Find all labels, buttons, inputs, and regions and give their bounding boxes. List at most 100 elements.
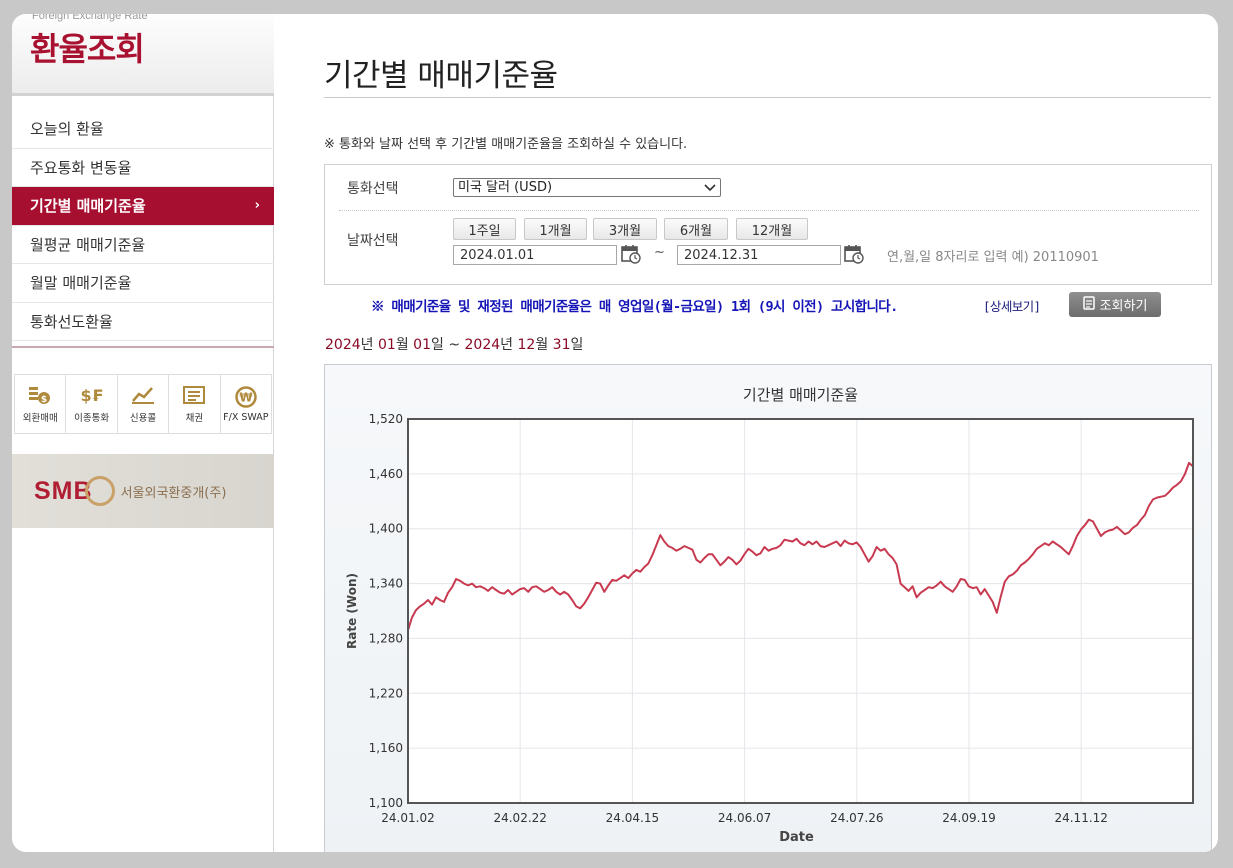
period-12month-button[interactable]: 12개월 xyxy=(736,218,808,240)
date-label: 날짜선택 xyxy=(347,233,399,249)
smb-banner[interactable]: SMB 서울외국환중개(주) xyxy=(12,454,274,528)
chevron-right-icon: › xyxy=(254,198,260,214)
sidebar-item-label: 월평균 매매기준율 xyxy=(30,235,146,254)
period-3month-button[interactable]: 3개월 xyxy=(593,218,657,240)
x-tick-label: 24.04.15 xyxy=(606,811,659,825)
quick-link-fx-trade[interactable]: $ 외환매매 xyxy=(15,375,67,433)
range-month-unit: 월 xyxy=(535,337,549,353)
range-start-day: 01 xyxy=(413,337,431,353)
chart-title: 기간별 매매기준율 xyxy=(743,386,858,404)
quick-links: $ 외환매매 $₣ 이종통화 신용콜 채권 ₩ F/X SWAP xyxy=(14,374,272,434)
y-tick-label: 1,220 xyxy=(369,686,403,700)
range-separator: ~ xyxy=(448,337,461,353)
sidebar-divider xyxy=(12,346,274,348)
sidebar-item-period-base-rate[interactable]: 기간별 매매기준율 › xyxy=(12,187,274,226)
search-button[interactable]: 조회하기 xyxy=(1069,292,1161,317)
quick-link-label: F/X SWAP xyxy=(223,411,269,423)
main-content: 기간별 매매기준율 ※ 통화와 날짜 선택 후 기간별 매매기준율을 조회하실 … xyxy=(274,14,1218,852)
date-range-summary: 2024년 01월 01일 ~ 2024년 12월 31일 xyxy=(325,334,583,354)
notice-text: ※ 통화와 날짜 선택 후 기간별 매매기준율을 조회하실 수 있습니다. xyxy=(324,137,688,152)
x-tick-label: 24.09.19 xyxy=(942,811,995,825)
sidebar-item-forward-rate[interactable]: 통화선도환율 xyxy=(12,303,274,341)
quick-link-credit-call[interactable]: 신용콜 xyxy=(118,375,170,433)
sidebar-menu: 오늘의 환율 주요통화 변동율 기간별 매매기준율 › 월평균 매매기준율 월말 … xyxy=(12,110,274,341)
range-year-unit: 년 xyxy=(360,337,374,353)
sidebar-header-en: Foreign Exchange Rate xyxy=(32,14,148,22)
title-divider xyxy=(324,97,1211,98)
search-button-label: 조회하기 xyxy=(1099,299,1148,314)
document-icon xyxy=(1082,295,1095,314)
quick-link-label: 신용콜 xyxy=(129,413,157,424)
sidebar-header-title: 환율조회 xyxy=(30,30,145,68)
currency-select[interactable]: 미국 달러 (USD) xyxy=(453,178,721,197)
sidebar-item-today-rate[interactable]: 오늘의 환율 xyxy=(12,110,274,149)
currency-label: 통화선택 xyxy=(347,181,399,197)
start-date-input[interactable]: 2024.01.01 xyxy=(453,245,617,265)
browser-frame: Foreign Exchange Rate 환율조회 오늘의 환율 주요통화 변… xyxy=(0,0,1233,868)
range-end-year: 2024 xyxy=(464,337,501,353)
search-form: 통화선택 미국 달러 (USD) 날짜선택 1주일 1개월 3개월 6개월 12… xyxy=(324,164,1212,285)
sidebar: Foreign Exchange Rate 환율조회 오늘의 환율 주요통화 변… xyxy=(12,14,274,852)
y-tick-label: 1,100 xyxy=(369,796,403,810)
cross-currency-icon: $₣ xyxy=(80,385,103,405)
x-tick-label: 24.06.07 xyxy=(718,811,771,825)
y-tick-label: 1,280 xyxy=(369,631,403,645)
y-axis-label: Rate (Won) xyxy=(345,573,359,649)
y-tick-label: 1,340 xyxy=(369,577,403,591)
bond-icon xyxy=(181,384,207,406)
quick-link-fx-swap[interactable]: ₩ F/X SWAP xyxy=(221,375,271,433)
range-day-unit: 일 xyxy=(430,337,444,353)
date-format-hint: 연,월,일 8자리로 입력 예) 20110901 xyxy=(887,250,1099,265)
y-tick-label: 1,160 xyxy=(369,741,403,755)
range-month-unit: 월 xyxy=(395,337,409,353)
range-start-month: 01 xyxy=(377,337,396,353)
period-6month-button[interactable]: 6개월 xyxy=(664,218,728,240)
sidebar-item-label: 기간별 매매기준율 xyxy=(30,197,146,216)
sidebar-item-label: 통화선도환율 xyxy=(30,312,113,331)
publication-notice: ※ 매매기준율 및 재정된 매매기준율은 매 영업일(월-금요일) 1회 (9시… xyxy=(371,299,898,315)
quick-link-label: 채권 xyxy=(185,413,204,424)
sidebar-item-label: 월말 매매기준율 xyxy=(30,274,132,293)
end-date-input[interactable]: 2024.12.31 xyxy=(677,245,841,265)
form-divider xyxy=(339,210,1199,211)
sidebar-item-month-end[interactable]: 월말 매매기준율 xyxy=(12,264,274,303)
quick-link-label: 외환매매 xyxy=(22,413,58,424)
rate-chart: 기간별 매매기준율 1,100 1,160 1,220 1,280 1,340 1,400 1… xyxy=(324,364,1212,852)
range-start-year: 2024 xyxy=(325,337,361,353)
y-tick-label: 1,400 xyxy=(369,522,403,536)
range-end-month: 12 xyxy=(517,337,536,353)
smb-logo-ring-icon xyxy=(84,476,115,506)
won-swap-icon: ₩ xyxy=(233,385,259,408)
sidebar-item-label: 주요통화 변동율 xyxy=(30,158,132,177)
x-tick-label: 24.07.26 xyxy=(830,811,883,825)
sidebar-item-major-currency-change[interactable]: 주요통화 변동율 xyxy=(12,149,274,187)
sidebar-item-label: 오늘의 환율 xyxy=(30,120,104,139)
credit-call-icon xyxy=(130,384,156,406)
quick-link-cross-currency[interactable]: $₣ 이종통화 xyxy=(66,375,118,433)
detail-link[interactable]: [상세보기] xyxy=(983,296,1041,315)
x-tick-label: 24.01.02 xyxy=(381,811,434,825)
period-1month-button[interactable]: 1개월 xyxy=(524,218,587,240)
smb-banner-text: 서울외국환중개(주) xyxy=(120,485,227,501)
currency-select-value: 미국 달러 (USD) xyxy=(458,180,553,195)
sidebar-header: Foreign Exchange Rate 환율조회 xyxy=(12,14,274,96)
svg-text:₩: ₩ xyxy=(239,390,253,404)
period-1week-button[interactable]: 1주일 xyxy=(453,218,516,240)
page-card: Foreign Exchange Rate 환율조회 오늘의 환율 주요통화 변… xyxy=(12,14,1218,852)
sidebar-item-monthly-average[interactable]: 월평균 매매기준율 xyxy=(12,226,274,264)
range-year-unit: 년 xyxy=(500,337,514,353)
smb-logo: SMB xyxy=(34,476,93,505)
svg-text:$: $ xyxy=(41,395,47,405)
x-tick-label: 24.02.22 xyxy=(493,811,546,825)
date-range-tilde: ~ xyxy=(654,245,665,260)
end-calendar-icon[interactable] xyxy=(844,244,864,264)
fx-trade-icon: $ xyxy=(27,384,53,406)
plot-area xyxy=(408,419,1193,803)
page-title: 기간별 매매기준율 xyxy=(324,58,558,94)
y-tick-label: 1,520 xyxy=(369,412,403,426)
chevron-down-icon xyxy=(704,179,716,201)
quick-link-label: 이종통화 xyxy=(74,413,110,424)
start-calendar-icon[interactable] xyxy=(621,244,641,264)
rate-chart-svg: 기간별 매매기준율 1,100 1,160 1,220 1,280 1,340 1,400 1… xyxy=(345,386,1194,845)
quick-link-bond[interactable]: 채권 xyxy=(169,375,221,433)
